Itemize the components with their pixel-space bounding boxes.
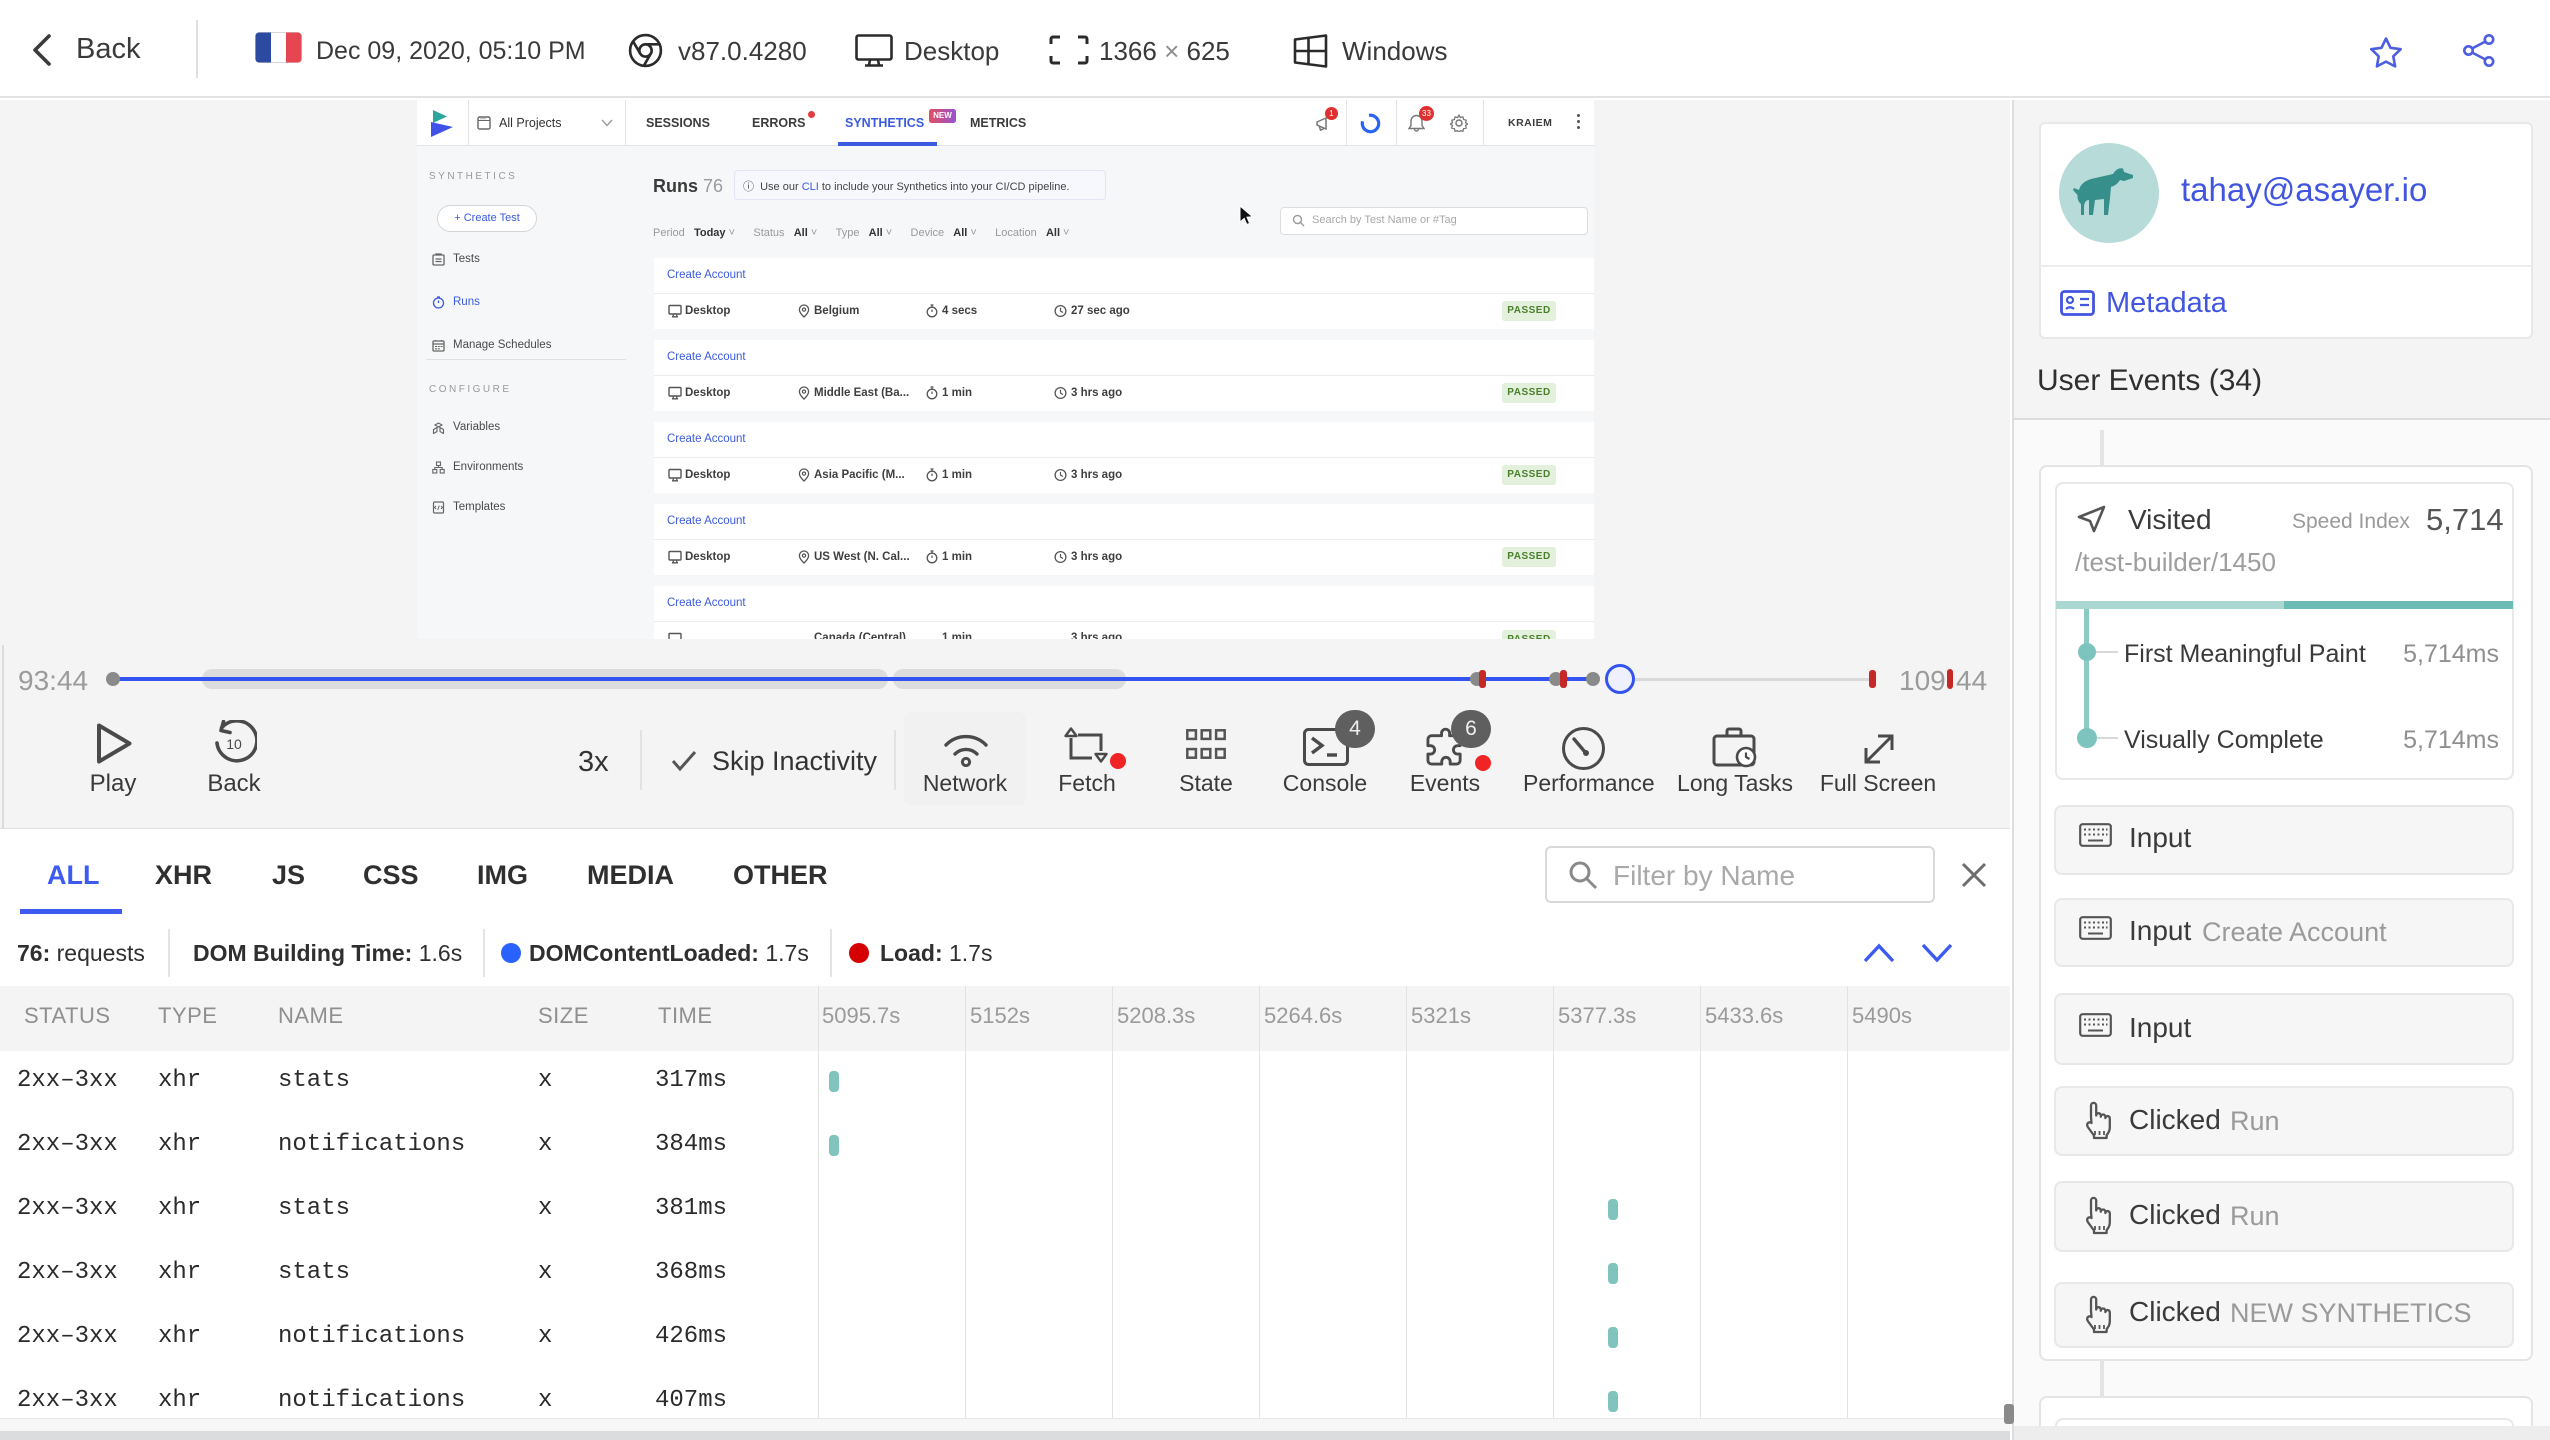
svg-text:10: 10 bbox=[226, 736, 242, 752]
